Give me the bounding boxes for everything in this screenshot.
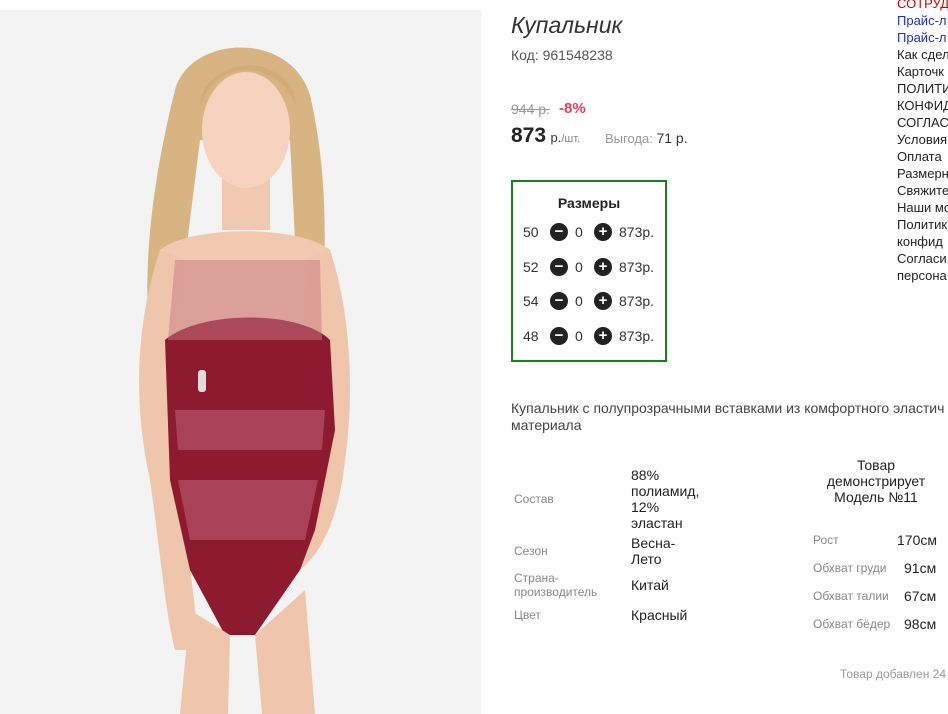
sidebar-link[interactable]: Наши мо [897, 199, 948, 216]
model-param-value: 91см [904, 560, 937, 576]
sizes-heading: Размеры [557, 195, 621, 211]
property-value: 88% полиамид, 12% эластан [631, 467, 700, 531]
property-value: Китай [631, 577, 669, 593]
property-value: Красный [631, 607, 688, 623]
product-code: Код: 961548238 [511, 47, 613, 63]
size-value: 48 [523, 328, 539, 344]
plus-icon[interactable]: + [594, 223, 612, 241]
sidebar-link[interactable]: Свяжите [897, 182, 948, 199]
current-price: 873 р./шт. [511, 124, 580, 148]
sizes-box: Размеры 50 − 0 + 873р. 52 − 0 + 873р. 54… [511, 180, 667, 362]
model-param-label: Обхват бёдер [813, 617, 891, 631]
model-heading: Товар демонстрирует Модель №11 [826, 457, 926, 505]
sidebar-link[interactable]: Прайс-л [897, 12, 948, 29]
minus-icon[interactable]: − [550, 223, 568, 241]
property-value: Весна-Лето [631, 535, 676, 567]
size-price: 873р. [619, 328, 655, 344]
benefit-value: 71 р. [656, 130, 688, 146]
sidebar-link[interactable]: конфид [897, 233, 948, 250]
minus-icon[interactable]: − [550, 258, 568, 276]
model-param-label: Обхват талии [813, 589, 889, 603]
size-quantity[interactable]: 0 [575, 293, 583, 309]
product-photo[interactable] [0, 10, 481, 714]
plus-icon[interactable]: + [594, 258, 612, 276]
size-price: 873р. [619, 293, 655, 309]
sidebar-link[interactable]: СОТРУД [897, 0, 948, 12]
price-value: 873 [511, 124, 547, 147]
old-price: 944 р. [511, 101, 550, 117]
size-value: 52 [523, 259, 539, 275]
size-row: 50 − 0 + 873р. [513, 221, 665, 243]
size-value: 50 [523, 224, 539, 240]
sidebar-link[interactable]: Как сдел [897, 46, 948, 63]
minus-icon[interactable]: − [550, 327, 568, 345]
model-param-label: Рост [813, 533, 839, 547]
sidebar-link[interactable]: Согласи [897, 250, 948, 267]
minus-icon[interactable]: − [550, 292, 568, 310]
model-param-label: Обхват груди [813, 561, 887, 575]
property-label: Страна-производитель [514, 571, 598, 599]
size-quantity[interactable]: 0 [575, 224, 583, 240]
sidebar-link[interactable]: Прайс-л [897, 29, 948, 46]
model-param-value: 170см [897, 532, 937, 548]
property-label: Сезон [514, 544, 548, 558]
sidebar-link[interactable]: Карточк [897, 63, 948, 80]
sidebar-link[interactable]: Политик [897, 216, 948, 233]
size-quantity[interactable]: 0 [575, 259, 583, 275]
sidebar-links: СОТРУД Прайс-л Прайс-л Как сдел Карточк … [897, 0, 948, 284]
sidebar-link[interactable]: Оплата [897, 148, 948, 165]
sidebar-link[interactable]: Условия [897, 131, 948, 148]
discount-badge: -8% [559, 100, 586, 117]
product-title: Купальник [511, 12, 623, 38]
model-param-value: 67см [904, 588, 937, 604]
added-date: Товар добавлен 24 [840, 667, 947, 681]
size-price: 873р. [619, 224, 655, 240]
property-label: Цвет [514, 608, 541, 622]
size-row: 54 − 0 + 873р. [513, 290, 665, 312]
size-quantity[interactable]: 0 [575, 328, 583, 344]
sidebar-link[interactable]: СОГЛАС [897, 114, 948, 131]
sidebar-link[interactable]: Размерн [897, 165, 948, 182]
sidebar-link[interactable]: персона [897, 267, 948, 284]
size-value: 54 [523, 293, 539, 309]
property-label: Состав [514, 492, 554, 506]
size-row: 52 − 0 + 873р. [513, 256, 665, 278]
sidebar-link[interactable]: КОНФИД [897, 97, 948, 114]
sidebar-link[interactable]: ПОЛИТИ [897, 80, 948, 97]
model-param-value: 98см [904, 616, 937, 632]
plus-icon[interactable]: + [594, 327, 612, 345]
benefit: Выгода: 71 р. [605, 130, 688, 146]
price-unit: р./шт. [550, 130, 581, 145]
model-illustration [139, 47, 350, 714]
size-row: 48 − 0 + 873р. [513, 325, 665, 347]
plus-icon[interactable]: + [594, 292, 612, 310]
size-price: 873р. [619, 259, 655, 275]
product-description: Купальник с полупрозрачными вставками из… [511, 400, 945, 433]
